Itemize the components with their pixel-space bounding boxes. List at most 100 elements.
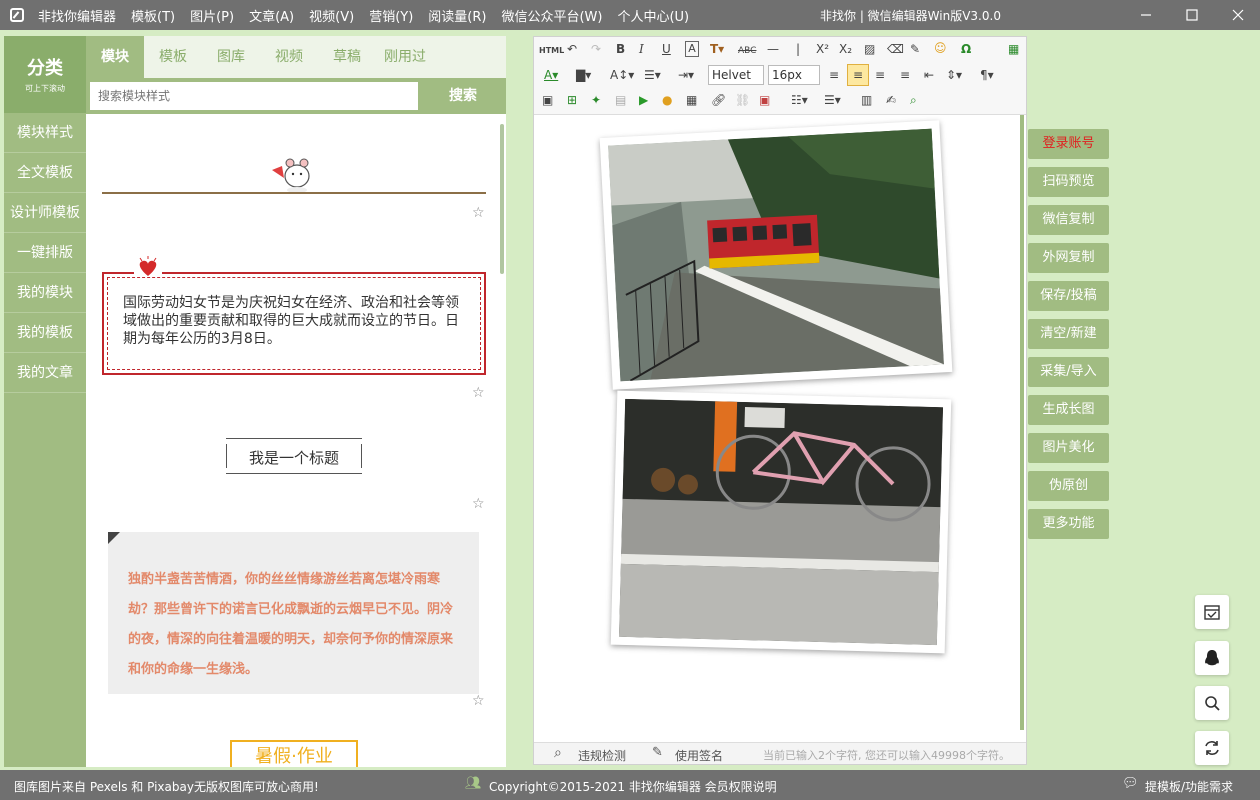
html-source-button[interactable]: HTML: [539, 43, 564, 59]
emoji-icon[interactable]: ☺: [934, 40, 947, 56]
favorite-star-icon[interactable]: ☆: [472, 497, 486, 511]
clear-format-icon[interactable]: ▨: [864, 41, 875, 57]
menu-app-name[interactable]: 非找你编辑器: [38, 6, 116, 25]
font-scale-icon[interactable]: A↕▾: [610, 67, 634, 83]
menu-marketing[interactable]: 营销(Y): [369, 6, 413, 25]
wechat-copy-button[interactable]: 微信复制: [1028, 205, 1109, 235]
add-image-icon[interactable]: ⊞: [567, 92, 577, 108]
insert-link-icon[interactable]: 🔗︎: [711, 92, 726, 108]
signature-icon[interactable]: ✎: [652, 745, 663, 760]
brush-icon[interactable]: ✍: [886, 92, 896, 108]
search-input[interactable]: [90, 82, 418, 110]
pseudo-original-button[interactable]: 伪原创: [1028, 471, 1109, 501]
redo-icon[interactable]: ↷: [591, 41, 601, 57]
page-break-icon[interactable]: ▥: [861, 92, 872, 108]
format-painter-icon[interactable]: T▾: [710, 41, 724, 57]
calendar-button[interactable]: [1195, 595, 1229, 629]
menu-wechat-platform[interactable]: 微信公众平台(W): [501, 6, 602, 25]
tab-templates[interactable]: 模板: [144, 36, 202, 78]
block-card-quote[interactable]: 独酌半盏苦苦情酒，你的丝丝情缘游丝若离怎堪冷雨寒劫？那些曾许下的诺言已化成飘逝的…: [108, 532, 479, 694]
category-designer-template[interactable]: 设计师模板: [4, 193, 86, 233]
indent-icon[interactable]: ⇥▾: [678, 67, 694, 83]
align-center-icon[interactable]: ≡: [847, 64, 869, 86]
minimize-button[interactable]: [1124, 0, 1168, 30]
search-replace-icon[interactable]: ⌕: [910, 92, 917, 108]
block-card-divider[interactable]: [102, 154, 486, 198]
menu-template[interactable]: 模板(T): [131, 6, 175, 25]
favorite-star-icon[interactable]: ☆: [472, 694, 486, 708]
external-copy-button[interactable]: 外网复制: [1028, 243, 1109, 273]
clear-new-button[interactable]: 清空/新建: [1028, 319, 1109, 349]
tab-videos[interactable]: 视频: [260, 36, 318, 78]
underline-icon[interactable]: U: [662, 41, 671, 57]
category-block-style[interactable]: 模块样式: [4, 113, 86, 153]
tab-recent[interactable]: 刚用过: [376, 36, 434, 78]
superscript-icon[interactable]: X²: [816, 41, 829, 57]
align-right-icon[interactable]: ≡: [875, 67, 885, 83]
align-left-icon[interactable]: ≡: [829, 67, 839, 83]
tab-blocks[interactable]: 模块: [86, 36, 144, 78]
search-button[interactable]: 搜索: [420, 78, 506, 114]
collect-import-button[interactable]: 采集/导入: [1028, 357, 1109, 387]
scan-preview-button[interactable]: 扫码预览: [1028, 167, 1109, 197]
zoom-button[interactable]: [1195, 686, 1229, 720]
strikethrough-icon[interactable]: ABC: [738, 43, 756, 59]
magic-icon[interactable]: ✦: [591, 92, 601, 108]
footer-copyright-link[interactable]: Copyright©2015-2021 非找你编辑器 会员权限说明: [489, 778, 777, 795]
line-height-icon[interactable]: ☰▾: [644, 67, 661, 83]
block-card-womens-day[interactable]: 国际劳动妇女节是为庆祝妇女在经济、政治和社会等领域做出的重要贡献和取得的巨大成就…: [102, 256, 486, 375]
category-one-click-layout[interactable]: 一键排版: [4, 233, 86, 273]
editor-canvas[interactable]: [534, 115, 1026, 743]
qq-button[interactable]: [1195, 641, 1229, 675]
eraser-icon[interactable]: ⌫: [887, 41, 904, 57]
menu-article[interactable]: 文章(A): [249, 6, 294, 25]
insert-video-icon[interactable]: ▶: [639, 92, 648, 108]
menu-image[interactable]: 图片(P): [190, 6, 234, 25]
menu-read-count[interactable]: 阅读量(R): [428, 6, 486, 25]
bold-icon[interactable]: B: [616, 41, 625, 57]
category-my-templates[interactable]: 我的模板: [4, 313, 86, 353]
tab-drafts[interactable]: 草稿: [318, 36, 376, 78]
violation-check-icon[interactable]: ⌕: [554, 745, 562, 761]
align-justify-icon[interactable]: ≡: [900, 67, 910, 83]
long-image-button[interactable]: 生成长图: [1028, 395, 1109, 425]
separator-icon[interactable]: |: [796, 41, 800, 57]
paragraph-spacing-icon[interactable]: ⇕▾: [946, 67, 962, 83]
fullscreen-icon[interactable]: ▦: [1008, 41, 1019, 57]
save-submit-button[interactable]: 保存/投稿: [1028, 281, 1109, 311]
image-beautify-button[interactable]: 图片美化: [1028, 433, 1109, 463]
refresh-button[interactable]: [1195, 731, 1229, 765]
category-my-articles[interactable]: 我的文章: [4, 353, 86, 393]
horizontal-rule-icon[interactable]: —: [767, 41, 779, 57]
insert-doc-icon[interactable]: ▤: [615, 92, 626, 108]
font-family-select[interactable]: Helvet: [708, 65, 764, 85]
favorite-star-icon[interactable]: ☆: [472, 386, 486, 400]
category-full-template[interactable]: 全文模板: [4, 153, 86, 193]
login-button[interactable]: 登录账号: [1028, 129, 1109, 159]
maximize-button[interactable]: [1170, 0, 1214, 30]
library-scrollbar[interactable]: [500, 124, 504, 274]
unordered-list-icon[interactable]: ☰▾: [824, 92, 841, 108]
paste-plain-icon[interactable]: ✎: [910, 41, 920, 57]
font-size-select[interactable]: 16px: [768, 65, 820, 85]
italic-icon[interactable]: I: [639, 41, 644, 57]
special-char-icon[interactable]: Ω: [961, 41, 971, 57]
font-border-icon[interactable]: A: [685, 41, 699, 57]
paragraph-format-icon[interactable]: ¶▾: [980, 67, 994, 83]
menu-user-center[interactable]: 个人中心(U): [617, 6, 689, 25]
background-color-icon[interactable]: ▇▾: [576, 67, 591, 83]
photo-bicycle[interactable]: [610, 390, 952, 654]
menu-video[interactable]: 视频(V): [309, 6, 354, 25]
favorite-star-icon[interactable]: ☆: [472, 206, 486, 220]
ordered-list-icon[interactable]: ☷▾: [791, 92, 808, 108]
violation-check-button[interactable]: 违规检测: [578, 747, 626, 764]
signature-button[interactable]: 使用签名: [675, 747, 723, 764]
insert-music-icon[interactable]: ●: [662, 92, 672, 108]
more-features-button[interactable]: 更多功能: [1028, 509, 1109, 539]
anchor-icon[interactable]: ▣: [759, 92, 770, 108]
undo-icon[interactable]: ↶: [567, 41, 577, 57]
text-indent-icon[interactable]: ⇤: [924, 67, 934, 83]
font-color-icon[interactable]: A▾: [544, 67, 558, 83]
category-my-blocks[interactable]: 我的模块: [4, 273, 86, 313]
tab-gallery[interactable]: 图库: [202, 36, 260, 78]
